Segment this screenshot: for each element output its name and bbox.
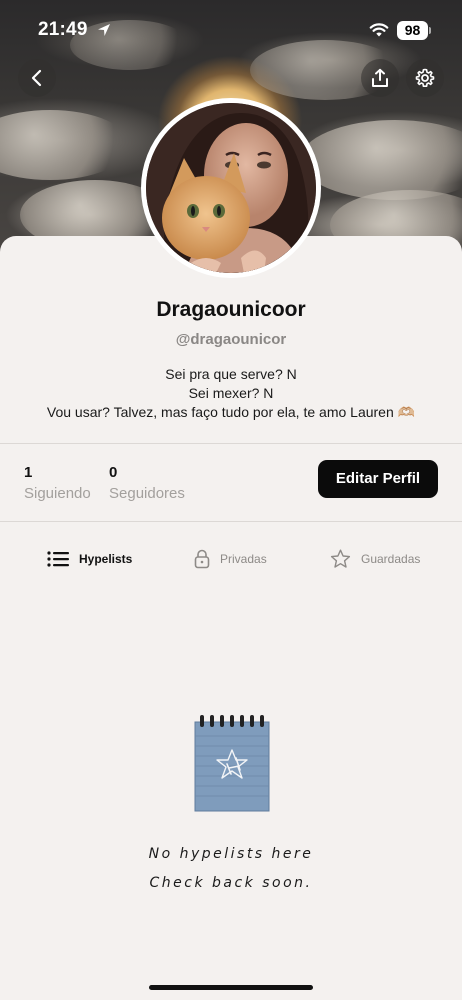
status-time: 21:49	[38, 19, 88, 40]
followers-label[interactable]: Seguidores	[109, 485, 185, 502]
share-icon	[372, 68, 388, 87]
wifi-icon	[369, 23, 389, 37]
star-icon	[330, 549, 351, 568]
share-button[interactable]	[361, 59, 399, 97]
notepad-icon	[194, 715, 270, 812]
following-label[interactable]: Siguiendo	[24, 485, 91, 502]
bio-line: Vou usar? Talvez, mas faço tudo por ela,…	[46, 404, 416, 420]
divider	[0, 443, 462, 444]
avatar-photo	[146, 103, 316, 273]
edit-profile-button[interactable]: Editar Perfil	[318, 460, 438, 498]
empty-state-title: No hypelists here	[148, 846, 314, 862]
tab-privadas[interactable]: Privadas	[194, 547, 267, 571]
location-arrow-icon	[98, 24, 110, 36]
gear-icon	[415, 68, 435, 87]
bio-line: Sei pra que serve? N	[165, 366, 297, 382]
empty-state-subtitle: Check back soon.	[149, 875, 313, 891]
tab-label: Guardadas	[361, 552, 421, 566]
profile-name: Dragaounicoor	[156, 298, 306, 321]
tab-label: Hypelists	[79, 552, 133, 566]
settings-button[interactable]	[406, 59, 444, 97]
back-button[interactable]	[18, 59, 56, 97]
following-count[interactable]: 1	[24, 464, 32, 481]
chevron-left-icon	[31, 69, 42, 87]
list-icon	[47, 551, 69, 567]
tab-hypelists[interactable]: Hypelists	[47, 547, 132, 571]
tab-label: Privadas	[220, 552, 267, 566]
lock-icon	[194, 549, 210, 569]
profile-bio: Sei pra que serve? N Sei mexer? N Vou us…	[0, 365, 462, 422]
battery-tip	[429, 27, 431, 34]
battery-indicator: 98	[397, 21, 428, 40]
avatar[interactable]	[141, 98, 321, 278]
home-indicator[interactable]	[149, 985, 313, 990]
tab-guardadas[interactable]: Guardadas	[330, 547, 420, 571]
profile-handle: @dragaounicor	[175, 331, 287, 348]
bio-line: Sei mexer? N	[188, 385, 274, 401]
followers-count[interactable]: 0	[109, 464, 117, 481]
divider	[0, 521, 462, 522]
